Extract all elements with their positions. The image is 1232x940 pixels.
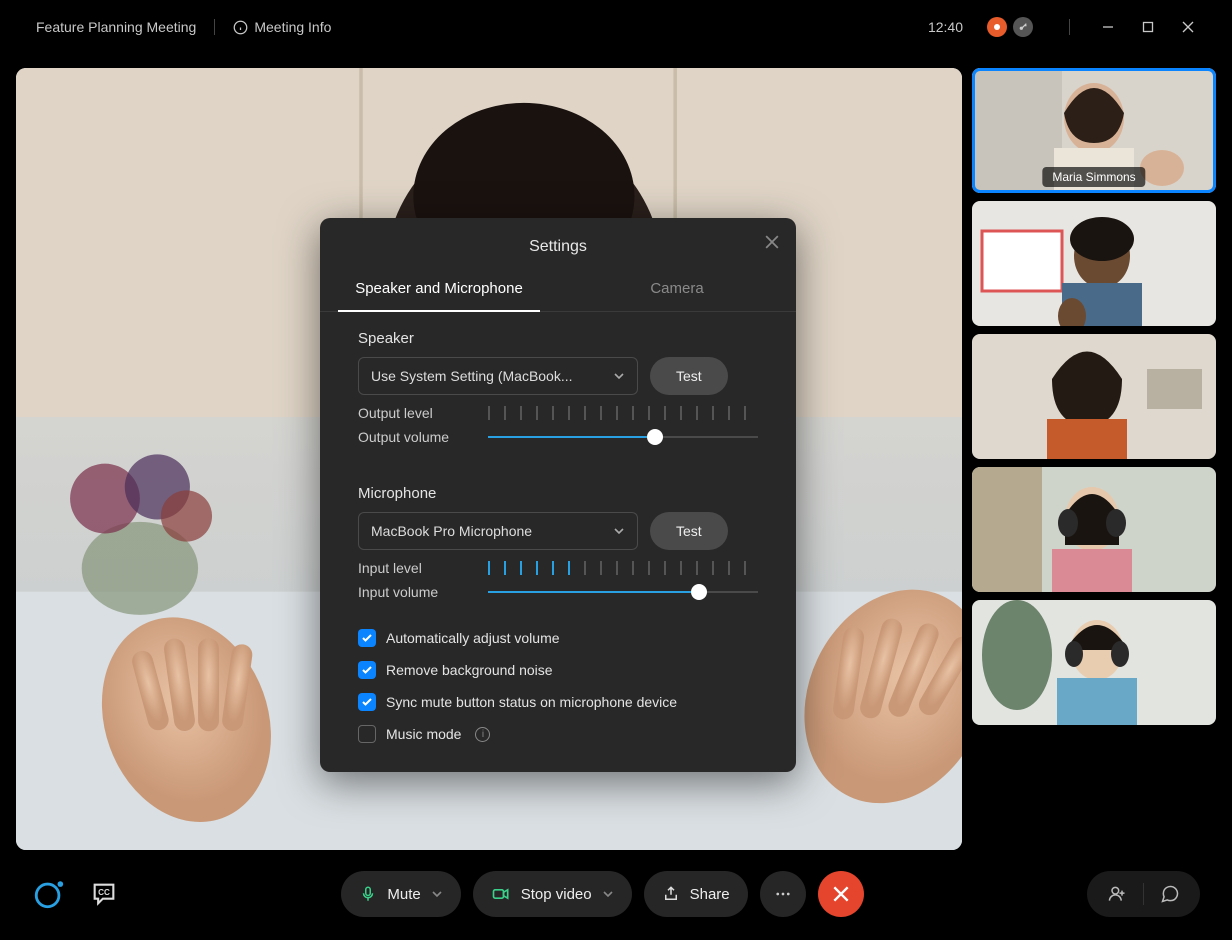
tab-speaker-microphone[interactable]: Speaker and Microphone — [320, 266, 558, 311]
participant-thumbnail[interactable] — [972, 334, 1216, 459]
participant-thumbnail[interactable] — [972, 467, 1216, 592]
speaker-section-title: Speaker — [358, 330, 758, 347]
close-icon — [833, 886, 849, 902]
chevron-down-icon[interactable] — [602, 888, 614, 900]
reaction-icon[interactable] — [32, 877, 66, 911]
ellipsis-icon — [774, 885, 792, 903]
stop-video-label: Stop video — [521, 886, 592, 903]
output-level-label: Output level — [358, 405, 488, 421]
close-icon — [765, 235, 779, 249]
test-speaker-button[interactable]: Test — [650, 357, 728, 395]
lock-icon — [1018, 22, 1028, 32]
output-volume-label: Output volume — [358, 429, 488, 445]
divider — [214, 19, 215, 35]
microphone-icon — [359, 885, 377, 903]
input-level-label: Input level — [358, 560, 488, 576]
music-mode-checkbox[interactable] — [358, 725, 376, 743]
test-microphone-button[interactable]: Test — [650, 512, 728, 550]
speaker-device-select[interactable]: Use System Setting (MacBook... — [358, 357, 638, 395]
video-icon — [491, 884, 511, 904]
mute-label: Mute — [387, 886, 420, 903]
microphone-section-title: Microphone — [358, 485, 758, 502]
chevron-down-icon — [613, 525, 625, 537]
captions-icon[interactable]: CC — [90, 880, 118, 908]
music-mode-label: Music mode — [386, 726, 461, 742]
chat-button[interactable] — [1148, 871, 1192, 917]
stop-video-button[interactable]: Stop video — [473, 871, 632, 917]
recording-indicator[interactable] — [987, 17, 1007, 37]
sync-mute-checkbox[interactable] — [358, 693, 376, 711]
close-window-button[interactable] — [1168, 10, 1208, 44]
participants-icon — [1107, 884, 1127, 904]
speaker-device-value: Use System Setting (MacBook... — [371, 368, 573, 384]
divider — [1069, 19, 1070, 35]
share-icon — [662, 885, 680, 903]
settings-modal: Settings Speaker and Microphone Camera S… — [320, 218, 796, 772]
info-icon — [233, 20, 248, 35]
participants-sidebar: Maria Simmons — [972, 68, 1216, 850]
meeting-info-label: Meeting Info — [254, 19, 331, 35]
auto-adjust-volume-label: Automatically adjust volume — [386, 630, 560, 646]
maximize-button[interactable] — [1128, 10, 1168, 44]
microphone-device-value: MacBook Pro Microphone — [371, 523, 532, 539]
chat-icon — [1160, 884, 1180, 904]
remove-noise-checkbox[interactable] — [358, 661, 376, 679]
chevron-down-icon[interactable] — [431, 888, 443, 900]
share-label: Share — [690, 886, 730, 903]
title-bar: Feature Planning Meeting Meeting Info 12… — [0, 0, 1232, 54]
minimize-button[interactable] — [1088, 10, 1128, 44]
microphone-device-select[interactable]: MacBook Pro Microphone — [358, 512, 638, 550]
settings-title: Settings — [529, 238, 587, 255]
participant-thumbnail[interactable]: Maria Simmons — [972, 68, 1216, 193]
chevron-down-icon — [613, 370, 625, 382]
info-icon[interactable]: i — [475, 727, 490, 742]
auto-adjust-volume-checkbox[interactable] — [358, 629, 376, 647]
encryption-indicator[interactable] — [1013, 17, 1033, 37]
participants-button[interactable] — [1095, 871, 1139, 917]
input-volume-label: Input volume — [358, 584, 488, 600]
close-settings-button[interactable] — [762, 232, 782, 252]
leave-call-button[interactable] — [818, 871, 864, 917]
meeting-timer: 12:40 — [928, 19, 963, 35]
participant-thumbnail[interactable] — [972, 600, 1216, 725]
sync-mute-label: Sync mute button status on microphone de… — [386, 694, 677, 710]
input-volume-slider[interactable] — [488, 584, 758, 600]
output-volume-slider[interactable] — [488, 429, 758, 445]
meeting-info-button[interactable]: Meeting Info — [233, 19, 331, 35]
input-level-meter — [488, 561, 758, 575]
participant-thumbnail[interactable] — [972, 201, 1216, 326]
remove-noise-label: Remove background noise — [386, 662, 553, 678]
call-toolbar: CC Mute Stop video Share — [0, 848, 1232, 940]
svg-text:CC: CC — [98, 888, 110, 897]
share-button[interactable]: Share — [644, 871, 748, 917]
more-options-button[interactable] — [760, 871, 806, 917]
output-level-meter — [488, 406, 758, 420]
meeting-title: Feature Planning Meeting — [36, 19, 196, 35]
tab-camera[interactable]: Camera — [558, 266, 796, 311]
mute-button[interactable]: Mute — [341, 871, 460, 917]
participant-name: Maria Simmons — [1042, 167, 1145, 187]
